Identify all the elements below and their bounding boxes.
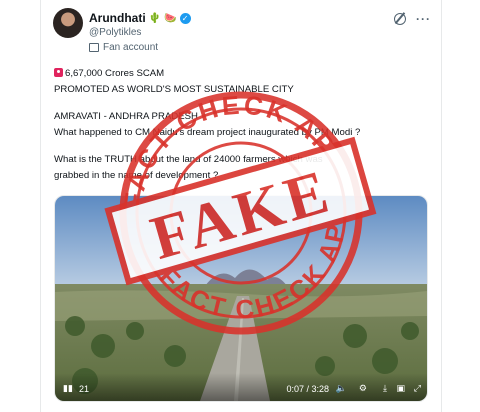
volume-icon[interactable]: 🔈: [336, 383, 347, 394]
video-controls: ▮▮ 21 0:07 / 3:28 🔈 ⚙ ⤓ ▣ ⤢: [55, 373, 427, 401]
author-name-row[interactable]: Arundhati 🌵 🍉 ✓: [89, 11, 191, 25]
tweet-text: 6,67,000 Crores SCAM PROMOTED AS WORLD'S…: [54, 66, 434, 184]
tweet-line-1: 6,67,000 Crores SCAM: [54, 66, 434, 82]
top-actions: ···: [394, 12, 431, 26]
tweet-line-3: AMRAVATI - ANDHRA PRADESH: [54, 111, 198, 122]
fan-account-text: Fan account: [103, 42, 159, 53]
grok-icon[interactable]: [394, 13, 406, 25]
tweet-line-4: What happened to CM Naidu's dream projec…: [54, 127, 361, 138]
video-frame: [55, 196, 427, 401]
cactus-emoji-icon: 🌵: [148, 12, 162, 24]
video-time: 0:07 / 3:28: [286, 384, 329, 394]
verified-badge-icon: ✓: [179, 12, 191, 24]
tweet-line-2: PROMOTED AS WORLD'S MOST SUSTAINABLE CIT…: [54, 84, 294, 95]
author-display-name[interactable]: Arundhati: [89, 11, 146, 25]
fan-account-label: Fan account: [89, 42, 158, 53]
police-siren-icon: [54, 68, 63, 77]
video-player[interactable]: ▮▮ 21 0:07 / 3:28 🔈 ⚙ ⤓ ▣ ⤢: [54, 195, 428, 402]
download-icon[interactable]: ⤓: [383, 383, 387, 394]
video-left-label: 21: [79, 384, 90, 394]
picture-in-picture-icon[interactable]: ▣: [396, 383, 405, 394]
avatar[interactable]: [53, 8, 83, 38]
fan-account-icon: [89, 43, 99, 52]
author-handle[interactable]: @Polytikles: [89, 27, 141, 38]
fullscreen-icon[interactable]: ⤢: [414, 383, 421, 394]
tweet-line-5: What is the TRUTH about the land of 2400…: [54, 154, 323, 165]
tweet-line-6: grabbed in the name of development ?: [54, 170, 219, 181]
watermelon-emoji-icon: 🍉: [164, 12, 177, 24]
tweet-card: Arundhati 🌵 🍉 ✓ @Polytikles Fan account …: [40, 0, 442, 412]
more-options-icon[interactable]: ···: [416, 12, 431, 26]
play-icon[interactable]: ▮▮: [63, 383, 73, 394]
settings-gear-icon[interactable]: ⚙: [359, 383, 367, 394]
